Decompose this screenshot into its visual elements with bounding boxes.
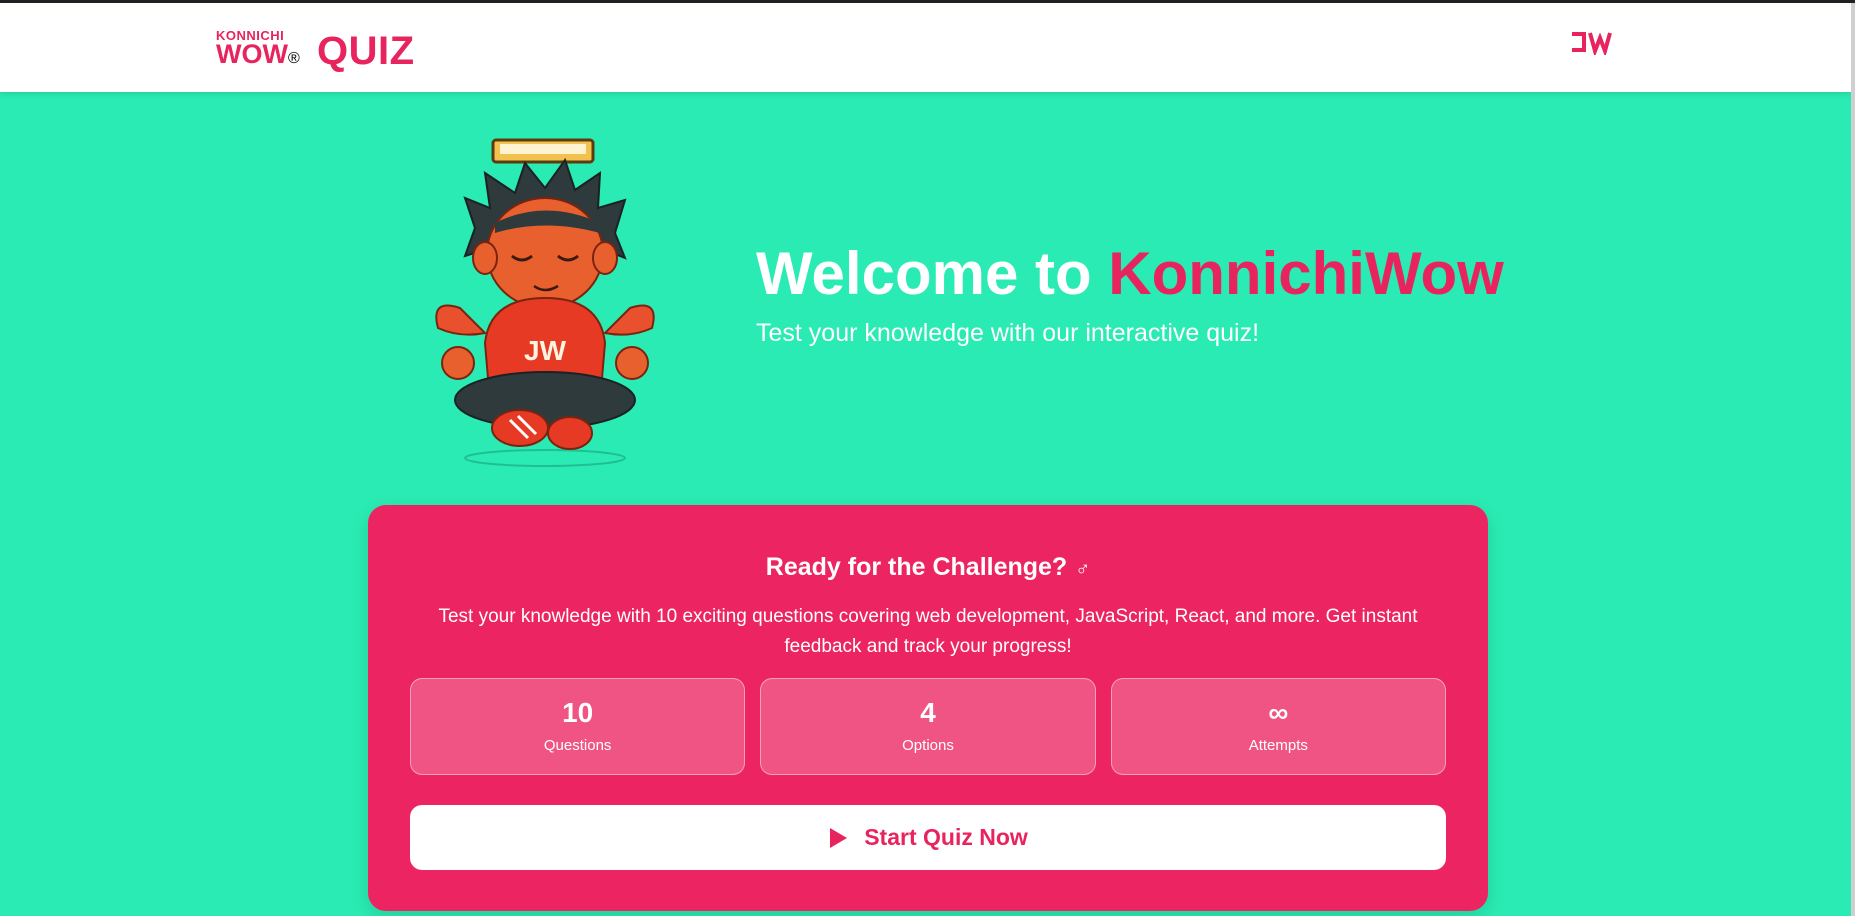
welcome-prefix: Welcome to bbox=[756, 240, 1109, 307]
card-description: Test your knowledge with 10 exciting que… bbox=[438, 606, 1418, 657]
stat-options: 4 Options bbox=[760, 678, 1096, 775]
stat-questions: 10 Questions bbox=[410, 678, 746, 775]
welcome-brand-name: KonnichiWow bbox=[1108, 240, 1504, 307]
quiz-intro-card: Ready for the Challenge? ♂ Test your know… bbox=[368, 505, 1488, 911]
brand-big-text: WOW bbox=[216, 39, 288, 69]
hoodie-text: JW bbox=[524, 335, 567, 366]
brand-wordmark: KONNICHI WOW bbox=[216, 29, 288, 68]
mascot-image: JW bbox=[435, 138, 655, 467]
male-sign-emoji-icon: ♂ bbox=[1075, 558, 1091, 580]
welcome-heading: Welcome to KonnichiWow bbox=[756, 239, 1504, 308]
stat-attempts: ∞ Attempts bbox=[1110, 678, 1446, 775]
stat-label: Attempts bbox=[1248, 737, 1308, 754]
site-header: KONNICHI WOW ® QUIZ bbox=[0, 3, 1851, 92]
stat-label: Questions bbox=[543, 737, 612, 754]
jw-logo-icon[interactable] bbox=[1570, 29, 1620, 55]
play-icon bbox=[830, 827, 848, 848]
start-quiz-label: Start Quiz Now bbox=[864, 824, 1028, 850]
card-title: Ready for the Challenge? ♂ bbox=[368, 553, 1488, 582]
tagline: Test your knowledge with our interactive… bbox=[756, 319, 1260, 347]
card-title-text: Ready for the Challenge? bbox=[765, 553, 1068, 581]
page-scrollbar[interactable] bbox=[1851, 3, 1855, 916]
page-title: QUIZ bbox=[317, 29, 415, 73]
registered-mark: ® bbox=[287, 50, 300, 67]
stat-value: ∞ bbox=[1268, 697, 1289, 728]
stat-value: 10 bbox=[562, 697, 594, 728]
start-quiz-button[interactable]: Start Quiz Now bbox=[410, 805, 1446, 870]
stat-value: 4 bbox=[920, 697, 936, 728]
brand-logo[interactable]: KONNICHI WOW ® bbox=[216, 29, 300, 68]
stat-label: Options bbox=[902, 737, 954, 754]
quiz-stats: 10 Questions 4 Options ∞ Attempts bbox=[410, 678, 1446, 775]
